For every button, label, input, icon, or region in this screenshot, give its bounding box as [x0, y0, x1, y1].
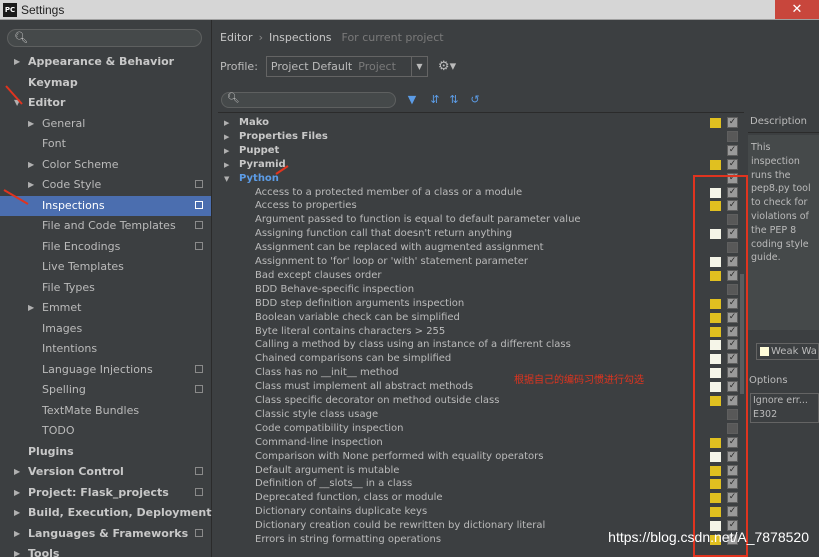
arrow-editor — [5, 85, 23, 105]
annotation-arrows — [3, 85, 289, 205]
arrow-python — [275, 165, 289, 175]
watermark: https://blog.csdn.net/A_7878520 — [608, 529, 809, 545]
arrow-inspections — [3, 189, 29, 205]
